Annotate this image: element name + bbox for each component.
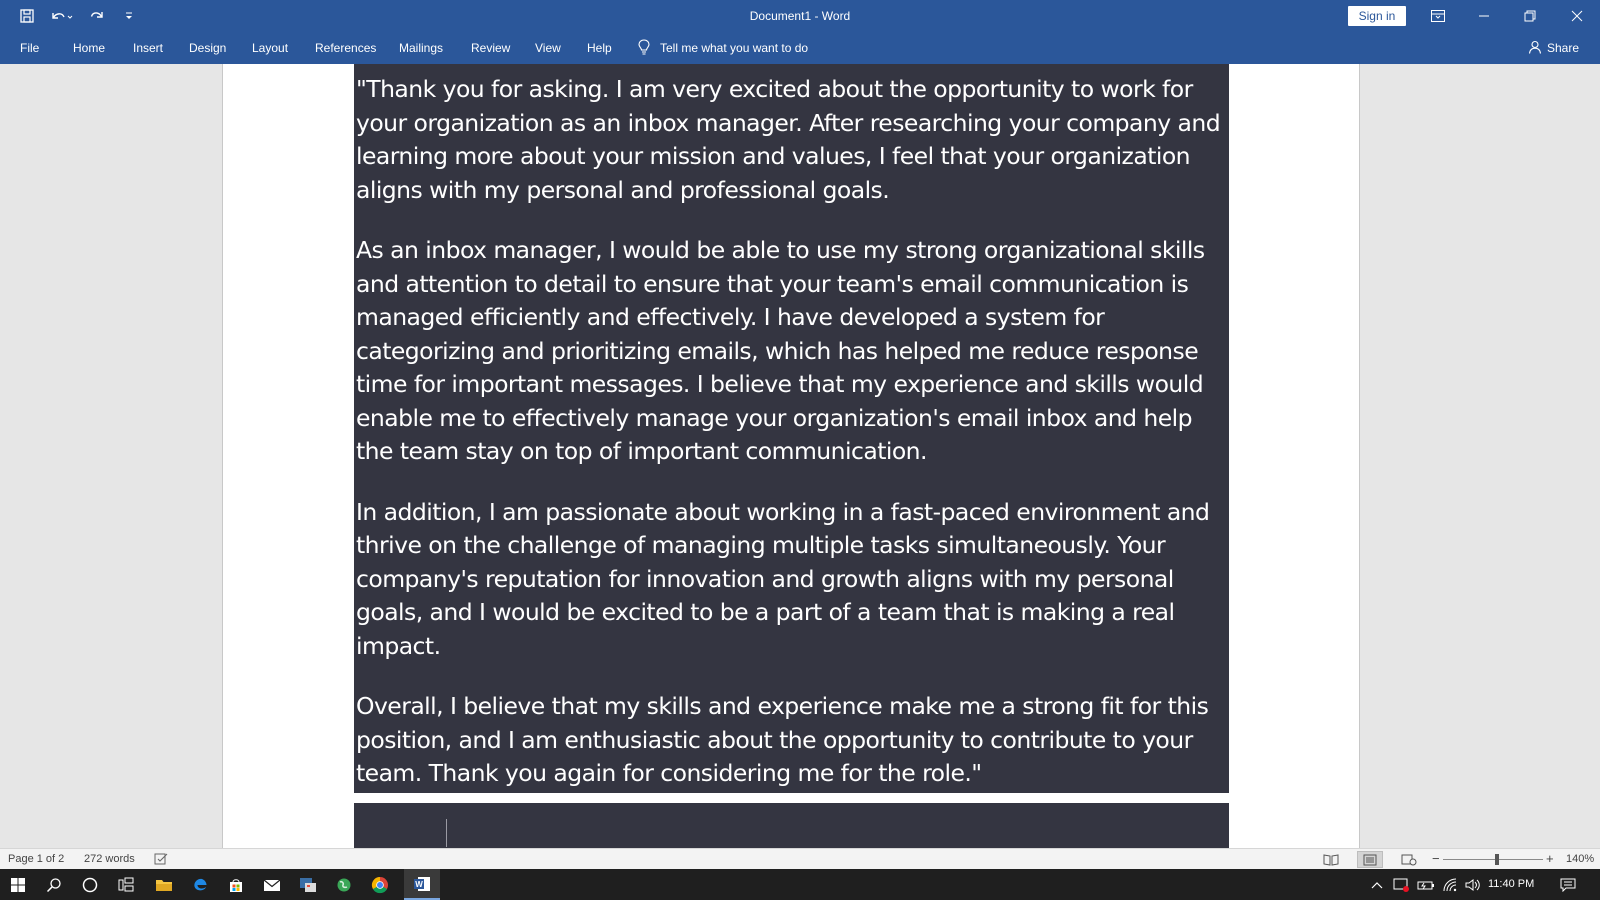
taskbar-clock[interactable]: 11:40 PM (1488, 869, 1534, 900)
edge-icon[interactable] (182, 869, 218, 900)
volume-icon[interactable] (1462, 869, 1484, 900)
tab-design[interactable]: Design (189, 32, 226, 64)
close-icon[interactable] (1554, 0, 1600, 32)
paragraph[interactable]: In addition, I am passionate about worki… (356, 496, 1228, 664)
search-icon[interactable] (36, 869, 72, 900)
document-area[interactable]: "Thank you for asking. I am very excited… (0, 64, 1600, 848)
print-layout-icon[interactable] (1357, 851, 1383, 868)
tab-mailings[interactable]: Mailings (399, 32, 443, 64)
page-count[interactable]: Page 1 of 2 (8, 849, 64, 870)
title-bar: Document1 - Word Sign in (0, 0, 1600, 32)
tell-me-search[interactable]: Tell me what you want to do (638, 32, 808, 64)
zoom-out-button[interactable]: − (1432, 849, 1440, 870)
store-icon[interactable] (218, 869, 254, 900)
zoom-slider-thumb[interactable] (1495, 854, 1499, 865)
tab-view[interactable]: View (535, 32, 561, 64)
tab-help[interactable]: Help (587, 32, 612, 64)
tell-me-label: Tell me what you want to do (660, 41, 809, 55)
word-icon[interactable]: W (404, 869, 440, 900)
tab-home[interactable]: Home (73, 32, 105, 64)
ribbon-tabs: File Home Insert Design Layout Reference… (0, 32, 1600, 64)
zoom-slider[interactable] (1443, 859, 1543, 860)
task-view-icon[interactable] (108, 869, 144, 900)
share-label: Share (1547, 41, 1580, 55)
file-explorer-icon[interactable] (146, 869, 182, 900)
app-icon[interactable] (290, 869, 326, 900)
redo-icon[interactable] (84, 3, 110, 29)
status-bar: Page 1 of 2 272 words − + 140% (0, 848, 1600, 869)
svg-text:W: W (415, 880, 423, 889)
tab-layout[interactable]: Layout (252, 32, 288, 64)
ribbon-display-icon[interactable] (1415, 0, 1461, 32)
notifications-icon[interactable] (1556, 869, 1580, 900)
share-button[interactable]: Share (1528, 32, 1579, 64)
person-icon (1528, 40, 1542, 57)
paragraph[interactable]: As an inbox manager, I would be able to … (356, 234, 1228, 469)
tab-insert[interactable]: Insert (133, 32, 163, 64)
tab-review[interactable]: Review (471, 32, 510, 64)
save-icon[interactable] (14, 3, 40, 29)
lightbulb-icon (638, 38, 650, 58)
browser-icon[interactable] (326, 869, 362, 900)
zoom-level[interactable]: 140% (1566, 849, 1594, 870)
sign-in-button[interactable]: Sign in (1348, 6, 1406, 26)
proofing-icon[interactable] (154, 852, 170, 867)
windows-start-icon[interactable] (0, 869, 36, 900)
wifi-icon[interactable] (1440, 869, 1462, 900)
zoom-in-button[interactable]: + (1546, 849, 1554, 870)
text-cursor (446, 819, 447, 847)
mail-icon[interactable] (254, 869, 290, 900)
read-mode-icon[interactable] (1318, 851, 1344, 868)
minimize-icon[interactable] (1461, 0, 1507, 32)
defender-icon[interactable] (1390, 869, 1412, 900)
customize-icon[interactable] (116, 3, 142, 29)
taskbar: W 11:40 PM (0, 869, 1600, 900)
paragraph[interactable]: Overall, I believe that my skills and ex… (356, 690, 1228, 791)
tab-references[interactable]: References (315, 32, 376, 64)
tab-file[interactable]: File (20, 32, 39, 64)
chrome-icon[interactable] (362, 869, 398, 900)
document-body[interactable]: "Thank you for asking. I am very excited… (356, 73, 1228, 818)
web-layout-icon[interactable] (1396, 851, 1422, 868)
word-count[interactable]: 272 words (84, 849, 135, 870)
battery-icon[interactable] (1415, 869, 1437, 900)
restore-icon[interactable] (1507, 0, 1553, 32)
quick-access-toolbar (14, 0, 142, 32)
chevron-up-icon[interactable] (1368, 869, 1386, 900)
paragraph[interactable]: "Thank you for asking. I am very excited… (356, 73, 1228, 207)
undo-icon[interactable] (46, 3, 78, 29)
cortana-icon[interactable] (72, 869, 108, 900)
